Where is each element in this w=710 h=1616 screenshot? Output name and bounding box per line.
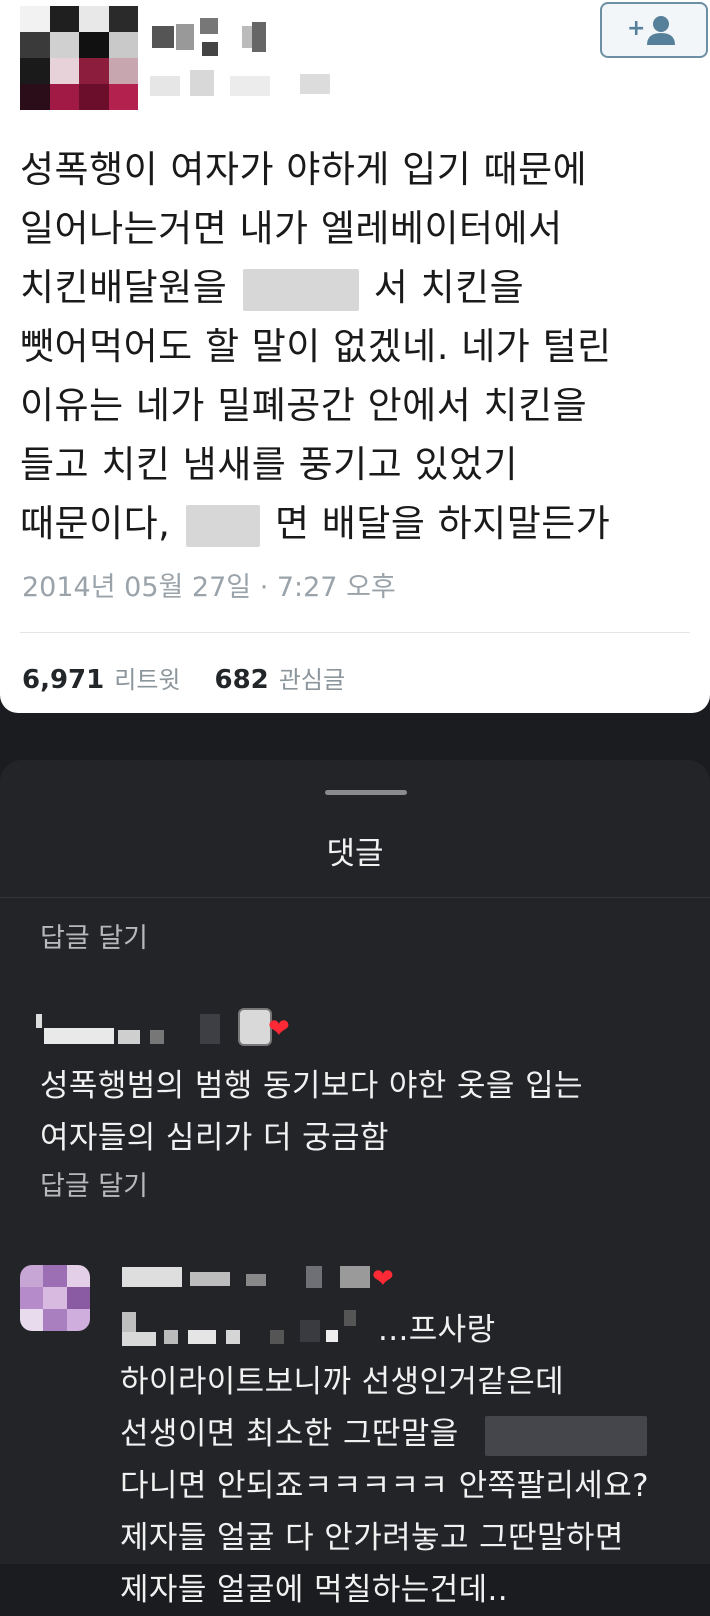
- tweet-line-part: 때문이다,: [20, 502, 171, 545]
- tweet-line: 때문이다, 면 배달을 하지말든가: [20, 494, 700, 553]
- tweet-timestamp[interactable]: 2014년 05월 27일 · 7:27 오후: [22, 565, 396, 604]
- comment-line: 선생이면 최소한 그딴말을: [120, 1408, 649, 1460]
- tweet-line: 들고 치킨 냄새를 풍기고 있었기: [20, 443, 519, 486]
- add-user-icon: +: [627, 16, 675, 45]
- comments-sheet: 댓글 답글 달기 ❤ 성폭행범의 범행 동기보다 야한 옷을 입는 여자들의 심…: [0, 760, 710, 1608]
- redacted-blur: [484, 1415, 647, 1456]
- comment-line: 제자들 얼굴 다 안가려놓고 그딴말하면: [120, 1520, 624, 1556]
- drag-handle[interactable]: [325, 790, 407, 795]
- comment-line: ...프사랑: [378, 1312, 496, 1348]
- tweet-line: 뺏어먹어도 할 말이 없겠네. 네가 털린: [20, 325, 612, 368]
- tweet-stats: 6,971 리트윗 682 관심글: [22, 660, 369, 695]
- commenter-avatar[interactable]: [20, 1265, 90, 1331]
- tweet-text: 성폭행이 여자가 야하게 입기 때문에 일어나는거면 내가 엘레베이터에서 치킨…: [20, 140, 700, 553]
- retweet-label[interactable]: 리트윗: [114, 660, 180, 695]
- tweet-line: 일어나는거면 내가 엘레베이터에서: [20, 207, 563, 250]
- redacted-blur: [242, 268, 359, 311]
- comment-text: 성폭행범의 범행 동기보다 야한 옷을 입는 여자들의 심리가 더 궁금함: [40, 1060, 583, 1164]
- tweet-line-part: 치킨배달원을: [20, 266, 228, 309]
- reply-button[interactable]: 답글 달기: [40, 1164, 148, 1203]
- comment-line: 하이라이트보니까 선생인거같은데: [120, 1364, 565, 1400]
- heart-icon[interactable]: ❤: [372, 1266, 394, 1292]
- sticker-icon: [238, 1008, 272, 1046]
- redacted-blur: [185, 504, 260, 547]
- comment-line-part: 선생이면 최소한 그딴말을: [120, 1416, 459, 1452]
- comment-line: 다니면 안되죠ㅋㅋㅋㅋㅋ 안쪽팔리세요?: [120, 1468, 649, 1504]
- reply-button[interactable]: 답글 달기: [40, 916, 148, 955]
- tweet-line-part: 서 치킨을: [373, 266, 525, 309]
- comment-line: 여자들의 심리가 더 궁금함: [40, 1120, 389, 1156]
- follow-button[interactable]: +: [600, 2, 708, 58]
- heart-icon[interactable]: ❤: [268, 1016, 290, 1042]
- comments-title: 댓글: [326, 836, 384, 872]
- like-count[interactable]: 682: [215, 665, 269, 695]
- comment-line: 성폭행범의 범행 동기보다 야한 옷을 입는: [40, 1068, 583, 1104]
- svg-text:+: +: [627, 16, 645, 41]
- tweet-line: 이유는 네가 밀폐공간 안에서 치킨을: [20, 384, 588, 427]
- comment-line: 제자들 얼굴에 먹칠하는건데..: [120, 1572, 509, 1608]
- tweet-line: 성폭행이 여자가 야하게 입기 때문에: [20, 148, 588, 191]
- divider: [20, 632, 690, 633]
- like-label[interactable]: 관심글: [279, 660, 345, 695]
- divider: [0, 897, 710, 898]
- tweet-author-avatar[interactable]: [20, 6, 138, 110]
- tweet-line-part: 면 배달을 하지말든가: [274, 502, 611, 545]
- tweet-card: + 성폭행이 여자가 야하게 입기 때문에 일어나는거면 내가 엘레베이터에서 …: [0, 0, 710, 713]
- retweet-count[interactable]: 6,971: [22, 665, 104, 695]
- tweet-line: 치킨배달원을 서 치킨을: [20, 258, 700, 317]
- comment-text: ...프사랑 하이라이트보니까 선생인거같은데 선생이면 최소한 그딴말을 다니…: [120, 1304, 649, 1616]
